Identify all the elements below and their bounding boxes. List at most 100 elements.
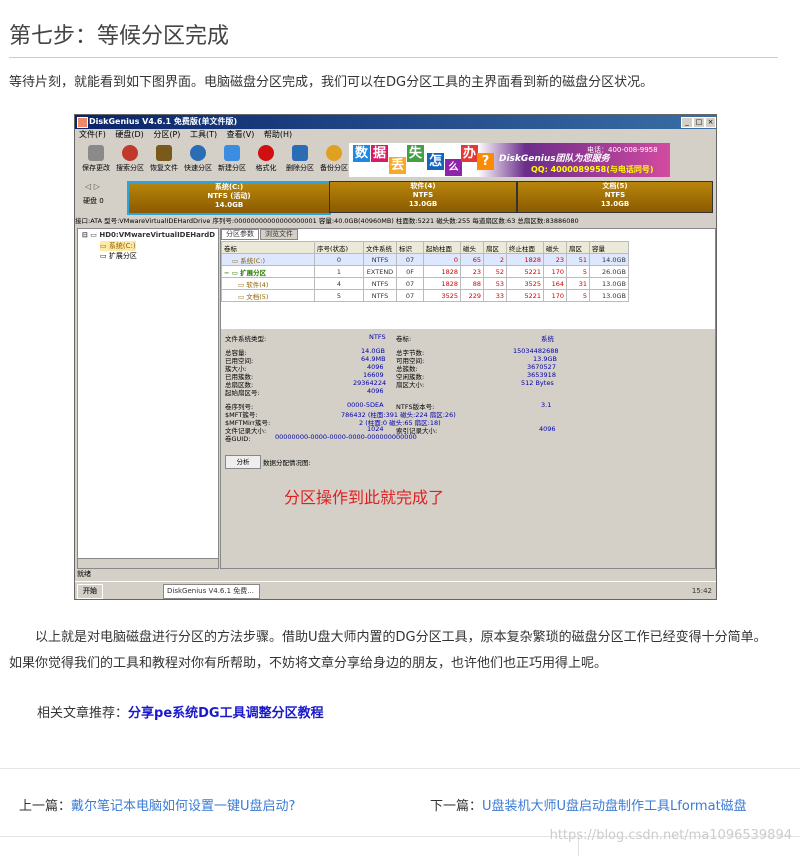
ad-char: 办 [461, 145, 478, 162]
cell: 14.0GB [589, 253, 629, 266]
quick-partition-button[interactable]: 快速分区 [181, 144, 215, 176]
disk-nav-arrows[interactable]: ◁ ▷ [85, 182, 100, 191]
ad-tel: 电话：400-008-9958 [587, 146, 658, 154]
prev-link[interactable]: 戴尔笔记本电脑如何设置一键U盘启动? [71, 799, 295, 814]
menu-view[interactable]: 查看(V) [227, 130, 255, 139]
detail-value: 3653918 [527, 371, 556, 379]
cell: 164 [543, 277, 567, 290]
save-icon [88, 145, 104, 161]
start-button[interactable]: 开始 [77, 584, 103, 599]
screenshot-diskgenius: DiskGenius V4.6.1 免费版(单文件版) _ □ × 文件(F) … [74, 114, 717, 600]
tree-disk-node[interactable]: ⊟ ▭ HD0:VMwareVirtualIDEHardD [82, 231, 215, 239]
maximize-button[interactable]: □ [693, 117, 705, 128]
window-titlebar: DiskGenius V4.6.1 免费版(单文件版) _ □ × [75, 115, 716, 129]
tree-item-extended[interactable]: ▭ 扩展分区 [100, 251, 137, 261]
cell: NTFS [363, 289, 397, 302]
ad-char: ? [477, 153, 494, 170]
cell: 4 [314, 277, 364, 290]
detail-value: 15034482688 [513, 347, 559, 355]
partition-details: 文件系统类型: NTFS 卷标: 系统 总容量: 14.0GB 总字节数: 15… [221, 329, 715, 568]
cell: 26.0GB [589, 265, 629, 278]
analyze-caption: 数据分配情况图: [263, 459, 311, 467]
menu-tools[interactable]: 工具(T) [190, 130, 217, 139]
ad-char: 丢 [389, 157, 406, 174]
menu-partition[interactable]: 分区(P) [153, 130, 180, 139]
cell: 1828 [423, 277, 461, 290]
detail-value: 16609 [363, 371, 384, 379]
cell: 5221 [506, 289, 544, 302]
cell: 0 [423, 253, 461, 266]
table-header: 卷标 序号(状态) 文件系统 标识 起始柱面 磁头 扇区 终止柱面 磁头 扇区 … [221, 241, 629, 254]
ad-banner[interactable]: 数 据 丢 失 怎 么 办 ? DiskGenius团队为您服务 电话：400-… [349, 143, 670, 177]
cell: 170 [543, 289, 567, 302]
detail-label: 卷GUID: [225, 435, 251, 443]
new-partition-button[interactable]: 新建分区 [215, 144, 249, 176]
tree-item-system[interactable]: ▭ 系统(C:) [100, 241, 136, 251]
backup-icon [326, 145, 342, 161]
table-row[interactable]: ▭ 系统(C:) 0 NTFS 07 0 65 2 1828 23 51 14.… [221, 253, 629, 266]
partition-block-software[interactable]: 软件(4) NTFS 13.0GB [329, 181, 517, 213]
col-header: 起始柱面 [423, 241, 461, 254]
cell: 51 [566, 253, 590, 266]
col-header: 序号(状态) [314, 241, 364, 254]
col-header: 文件系统 [363, 241, 397, 254]
related-link[interactable]: 分享pe系统DG工具调整分区教程 [128, 706, 324, 721]
panel-tabs: 分区参数 浏览文件 [221, 229, 299, 240]
tab-partition-params[interactable]: 分区参数 [221, 229, 259, 240]
page-title: 第七步：等候分区完成 [9, 24, 230, 49]
recover-icon [156, 145, 172, 161]
search-partition-button[interactable]: 搜索分区 [113, 144, 147, 176]
detail-value: 1024 [367, 425, 384, 433]
cell: 1828 [423, 265, 461, 278]
close-button[interactable]: × [705, 117, 716, 128]
search-icon [122, 145, 138, 161]
partition-block-docs[interactable]: 文档(5) NTFS 13.0GB [517, 181, 713, 213]
taskbar-item-diskgenius[interactable]: DiskGenius V4.6.1 免费... [163, 584, 260, 599]
col-header: 容量 [589, 241, 629, 254]
menu-help[interactable]: 帮助(H) [264, 130, 292, 139]
cell: 07 [396, 277, 424, 290]
format-button[interactable]: 格式化 [249, 144, 283, 176]
tab-browse-files[interactable]: 浏览文件 [260, 229, 298, 240]
detail-value: 3.1 [541, 401, 552, 409]
cell: 5 [566, 289, 590, 302]
menu-disk[interactable]: 硬盘(D) [115, 130, 143, 139]
cell: 5 [566, 265, 590, 278]
table-row[interactable]: ▭ 软件(4) 4 NTFS 07 1828 88 53 3525 164 31… [221, 277, 629, 290]
new-partition-icon [224, 145, 240, 161]
intro-text: 等待片刻，就能看到如下图界面。电脑磁盘分区完成，我们可以在DG分区工具的主界面看… [9, 75, 654, 90]
cell: 88 [460, 277, 484, 290]
recover-files-button[interactable]: 恢复文件 [147, 144, 181, 176]
detail-value: 4096 [367, 387, 384, 395]
disk-tree: ⊟ ▭ HD0:VMwareVirtualIDEHardD ▭ 系统(C:) ▭… [77, 228, 219, 569]
detail-value: 29364224 [353, 379, 387, 387]
completion-annotation: 分区操作到此就完成了 [284, 488, 445, 507]
disk-label: 硬盘 0 [83, 197, 104, 205]
prev-label: 上一篇： [19, 799, 72, 814]
cell: 13.0GB [589, 289, 629, 302]
detail-value: 4096 [539, 425, 556, 433]
cell: 53 [483, 277, 507, 290]
cell: NTFS [363, 277, 397, 290]
next-link[interactable]: U盘装机大师U盘启动盘制作工具Lformat磁盘 [482, 799, 747, 814]
ad-char: 么 [445, 159, 462, 176]
col-header: 终止柱面 [506, 241, 544, 254]
tree-hscrollbar[interactable] [78, 558, 218, 568]
menu-file[interactable]: 文件(F) [79, 130, 106, 139]
save-changes-button[interactable]: 保存更改 [79, 144, 113, 176]
detail-value: 64.9MB [361, 355, 386, 363]
analyze-button[interactable]: 分析 [225, 455, 261, 469]
partition-block-c[interactable]: 系统(C:) NTFS (活动) 14.0GB [127, 181, 331, 215]
table-row[interactable]: ▭ 文档(5) 5 NTFS 07 3525 229 33 5221 170 5… [221, 289, 629, 302]
partition-table: 卷标 序号(状态) 文件系统 标识 起始柱面 磁头 扇区 终止柱面 磁头 扇区 … [221, 241, 629, 302]
table-row[interactable]: − ▭ 扩展分区 1 EXTEND 0F 1828 23 52 5221 170… [221, 265, 629, 278]
delete-partition-button[interactable]: 删除分区 [283, 144, 317, 176]
prev-article: 上一篇：戴尔笔记本电脑如何设置一键U盘启动? [19, 795, 295, 814]
detail-label: 卷标: [396, 335, 412, 343]
minimize-button[interactable]: _ [681, 117, 693, 128]
status-bar: 就绪 [77, 570, 91, 578]
cell: 07 [396, 253, 424, 266]
cell: − ▭ 扩展分区 [221, 265, 315, 278]
detail-value: 3670527 [527, 363, 556, 371]
backup-partition-button[interactable]: 备份分区 [317, 144, 351, 176]
